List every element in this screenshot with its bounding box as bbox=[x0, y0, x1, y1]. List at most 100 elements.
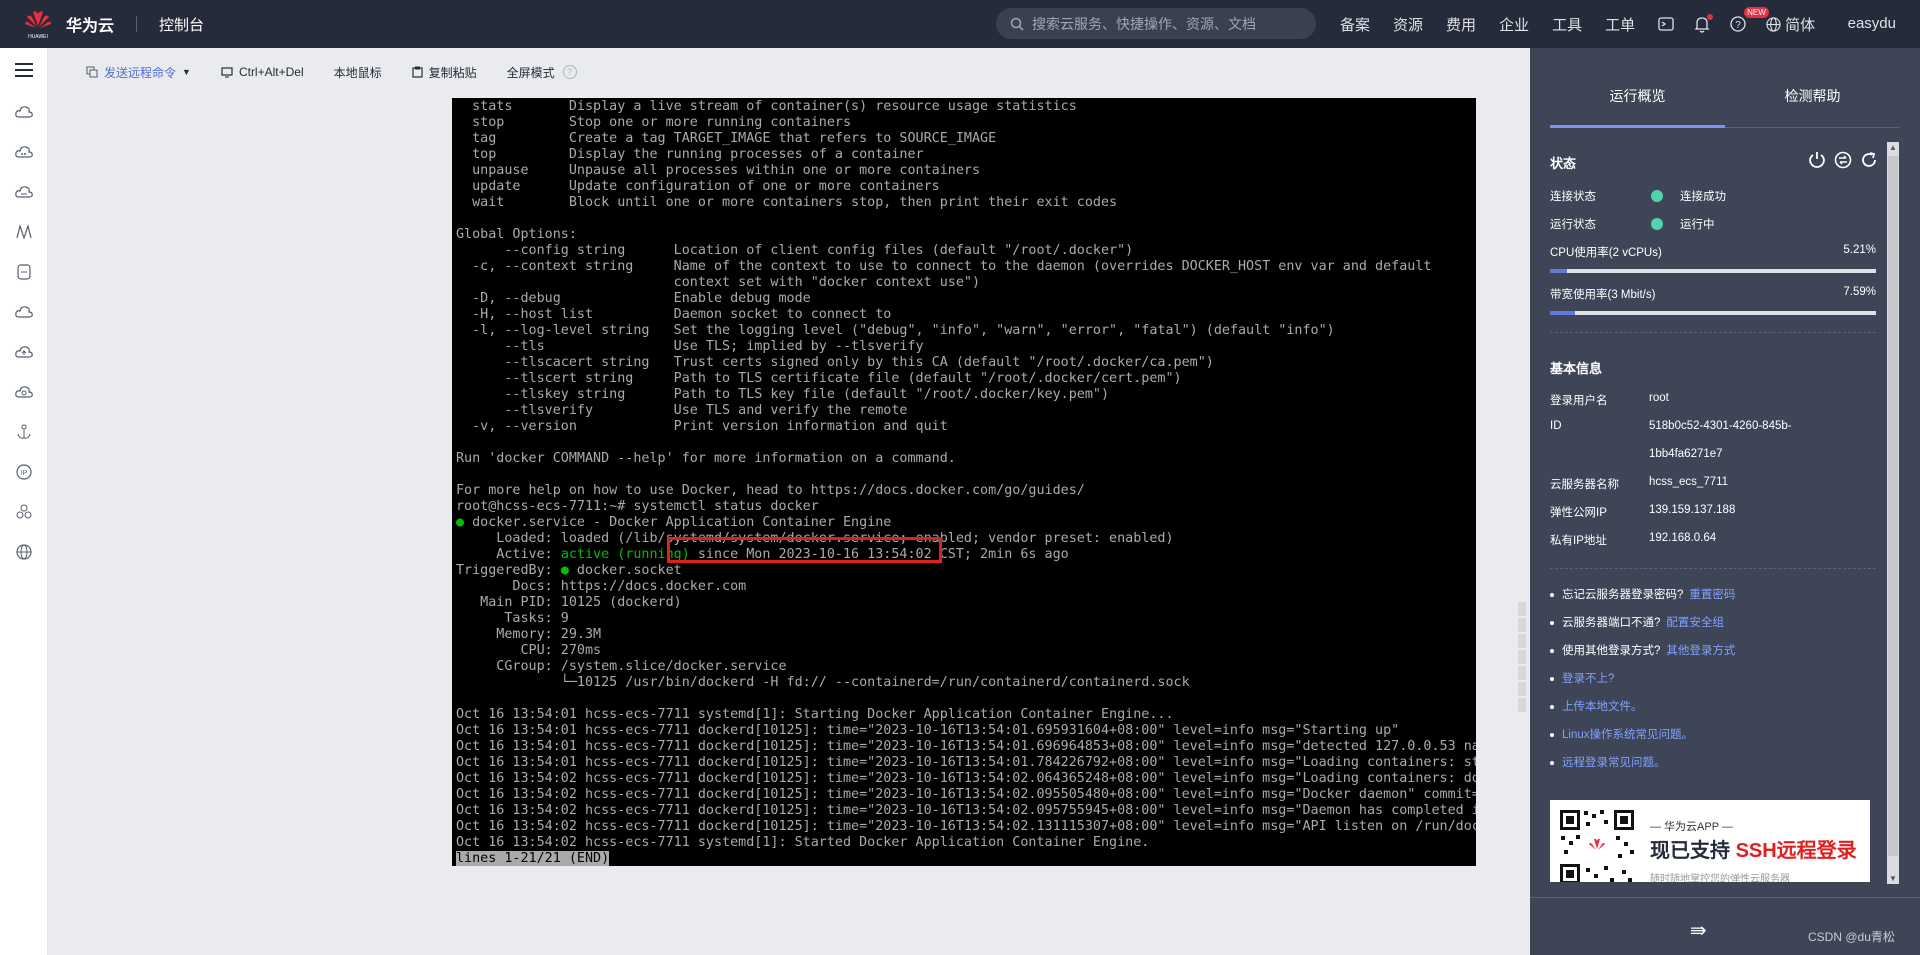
collapse-panel-icon[interactable]: ⇛ bbox=[1690, 918, 1707, 943]
cloud-shell-icon[interactable] bbox=[1658, 16, 1674, 32]
database-icon[interactable] bbox=[0, 252, 48, 292]
notification-dot bbox=[1707, 13, 1714, 20]
terminal-line: --config string Location of client confi… bbox=[456, 243, 1134, 258]
menu-toggle-icon[interactable] bbox=[0, 48, 48, 92]
menu-resources[interactable]: 资源 bbox=[1393, 14, 1423, 35]
copy-paste-button[interactable]: 复制粘贴 bbox=[412, 64, 477, 81]
terminal-line: Oct 16 13:54:02 hcss-ecs-7711 dockerd[10… bbox=[456, 771, 1476, 786]
console-link[interactable]: 控制台 bbox=[159, 14, 204, 35]
globe-icon bbox=[1766, 16, 1781, 32]
tab-detection-help[interactable]: 检测帮助 bbox=[1725, 48, 1900, 127]
help-item-security-group: 云服务器端口不通? 配置安全组 bbox=[1550, 614, 1724, 630]
terminal-line: top Display the running processes of a c… bbox=[456, 147, 924, 162]
id-value-line2: 1bb4fa6271e7 bbox=[1649, 448, 1723, 460]
id-value-line1: 518b0c52-4301-4260-845b- bbox=[1649, 420, 1792, 432]
app-promo-banner[interactable]: — 华为云APP — 现已支持 SSH远程登录 随时随地掌控您的弹性云服务器 bbox=[1550, 800, 1870, 882]
terminal-line: wait Block until one or more containers … bbox=[456, 195, 1118, 210]
local-mouse-button[interactable]: 本地鼠标 bbox=[334, 64, 382, 81]
terminal-edge-mark bbox=[1518, 650, 1526, 664]
terminal-line: -c, --context string Name of the context… bbox=[456, 259, 1432, 274]
send-remote-label: 发送远程命令 bbox=[104, 65, 177, 80]
search-placeholder: 搜索云服务、快捷操作、资源、文档 bbox=[1032, 15, 1256, 32]
notification-bell-icon[interactable] bbox=[1694, 13, 1714, 33]
other-login-link[interactable]: 其他登录方式 bbox=[1666, 645, 1735, 657]
server-name-value: hcss_ecs_7711 bbox=[1649, 476, 1729, 488]
huawei-logo-icon: HUAWEI bbox=[24, 8, 52, 40]
cpu-usage-label: CPU使用率(2 vCPUs) bbox=[1550, 247, 1662, 259]
scroll-up-arrow[interactable]: ▲ bbox=[1889, 143, 1897, 152]
top-menu: 备案 资源 费用 企业 工具 工单 ? NEW 简体 bbox=[1340, 0, 1835, 48]
huawei-cloud-logo[interactable]: HUAWEI 华为云 bbox=[24, 8, 114, 40]
menu-billing[interactable]: 费用 bbox=[1446, 14, 1476, 35]
anchor-icon[interactable] bbox=[0, 412, 48, 452]
language-switch[interactable]: 简体 bbox=[1766, 14, 1815, 35]
svg-text:?: ? bbox=[1735, 20, 1741, 31]
terminal-line: --tlscacert string Trust certs signed on… bbox=[456, 355, 1214, 370]
new-badge: NEW bbox=[1744, 7, 1769, 18]
reset-password-link[interactable]: 重置密码 bbox=[1689, 589, 1735, 601]
cpu-usage-value: 5.21% bbox=[1843, 244, 1876, 256]
terminal-line: TriggeredBy: ● docker.socket bbox=[456, 563, 682, 578]
terminal-screen[interactable]: stats Display a live stream of container… bbox=[452, 98, 1476, 866]
connection-status-dot bbox=[1651, 190, 1663, 202]
terminal-line: Oct 16 13:54:01 hcss-ecs-7711 dockerd[10… bbox=[456, 739, 1476, 754]
panel-scrollbar[interactable]: ▲ ▼ bbox=[1887, 142, 1899, 884]
ecs-icon[interactable] bbox=[0, 92, 48, 132]
cluster-icon[interactable] bbox=[0, 492, 48, 532]
scrollbar-thumb[interactable] bbox=[1888, 156, 1898, 856]
linux-faq-link[interactable]: Linux操作系统常见问题。 bbox=[1562, 729, 1693, 741]
cloud-sync-icon[interactable] bbox=[0, 372, 48, 412]
status-panel: 运行概览 检测帮助 状态 连接状态 连接成功 运行状态 运行中 CPU使用率(2… bbox=[1530, 48, 1920, 955]
cloud-server-icon[interactable] bbox=[0, 132, 48, 172]
menu-beian[interactable]: 备案 bbox=[1340, 14, 1370, 35]
terminal-line: Oct 16 13:54:02 hcss-ecs-7711 systemd[1]… bbox=[456, 835, 1150, 850]
remote-faq-link[interactable]: 远程登录常见问题。 bbox=[1562, 757, 1666, 769]
menu-tools[interactable]: 工具 bbox=[1552, 14, 1582, 35]
help-item-reset-password: 忘记云服务器登录密码? 重置密码 bbox=[1550, 586, 1735, 602]
global-search-input[interactable]: 搜索云服务、快捷操作、资源、文档 bbox=[996, 8, 1316, 39]
cloud-upload-icon[interactable] bbox=[0, 332, 48, 372]
divider bbox=[136, 16, 138, 32]
section-divider bbox=[1550, 568, 1876, 569]
user-menu[interactable]: easydu bbox=[1848, 0, 1896, 48]
bandwidth-usage-fill bbox=[1550, 311, 1575, 315]
globe-nav-icon[interactable] bbox=[0, 532, 48, 572]
network-icon[interactable] bbox=[0, 212, 48, 252]
ctrl-alt-del-button[interactable]: Ctrl+Alt+Del bbox=[221, 65, 304, 79]
security-group-link[interactable]: 配置安全组 bbox=[1666, 617, 1724, 629]
menu-tickets[interactable]: 工单 bbox=[1605, 14, 1635, 35]
id-label: ID bbox=[1550, 420, 1562, 432]
command-icon bbox=[86, 66, 98, 78]
tab-overview[interactable]: 运行概览 bbox=[1550, 48, 1725, 128]
scroll-down-arrow[interactable]: ▼ bbox=[1889, 874, 1897, 883]
cloud-storage-icon[interactable] bbox=[0, 172, 48, 212]
cloud-icon[interactable] bbox=[0, 292, 48, 332]
fullscreen-button[interactable]: 全屏模式 bbox=[507, 64, 555, 81]
terminal-line: --tlskey string Path to TLS key file (de… bbox=[456, 387, 1110, 402]
monitor-icon bbox=[221, 66, 233, 77]
terminal-edge-mark bbox=[1518, 634, 1526, 648]
refresh-icon[interactable] bbox=[1860, 151, 1878, 169]
menu-enterprise[interactable]: 企业 bbox=[1499, 14, 1529, 35]
ip-icon[interactable]: IP bbox=[0, 452, 48, 492]
bandwidth-usage-value: 7.59% bbox=[1843, 286, 1876, 298]
private-ip-label: 私有IP地址 bbox=[1550, 535, 1607, 547]
power-icon[interactable] bbox=[1808, 151, 1826, 169]
help-question-icon[interactable]: ? bbox=[562, 65, 577, 79]
status-section-title: 状态 bbox=[1550, 156, 1577, 171]
upload-file-link[interactable]: 上传本地文件。 bbox=[1562, 701, 1643, 713]
promo-subline: 随时随地掌控您的弹性云服务器 bbox=[1650, 874, 1790, 882]
ctrl-alt-del-label: Ctrl+Alt+Del bbox=[238, 65, 304, 79]
cannot-login-link[interactable]: 登录不上? bbox=[1562, 673, 1614, 685]
terminal-line: Loaded: loaded (/lib/systemd/system/dock… bbox=[456, 531, 1174, 546]
remote-toolbar: 发送远程命令 ▼ Ctrl+Alt+Del 本地鼠标 复制粘贴 全屏模式 ? bbox=[48, 48, 1530, 96]
terminal-line: --tlsverify Use TLS and verify the remot… bbox=[456, 403, 908, 418]
qr-code-image bbox=[1558, 808, 1636, 882]
send-remote-command-button[interactable]: 发送远程命令 ▼ bbox=[86, 64, 191, 81]
help-icon[interactable]: ? NEW bbox=[1730, 7, 1769, 32]
chevron-down-icon: ▼ bbox=[182, 67, 191, 77]
svg-text:IP: IP bbox=[21, 470, 28, 477]
promo-app-title: — 华为云APP — bbox=[1650, 821, 1733, 833]
switch-icon[interactable] bbox=[1834, 151, 1852, 169]
